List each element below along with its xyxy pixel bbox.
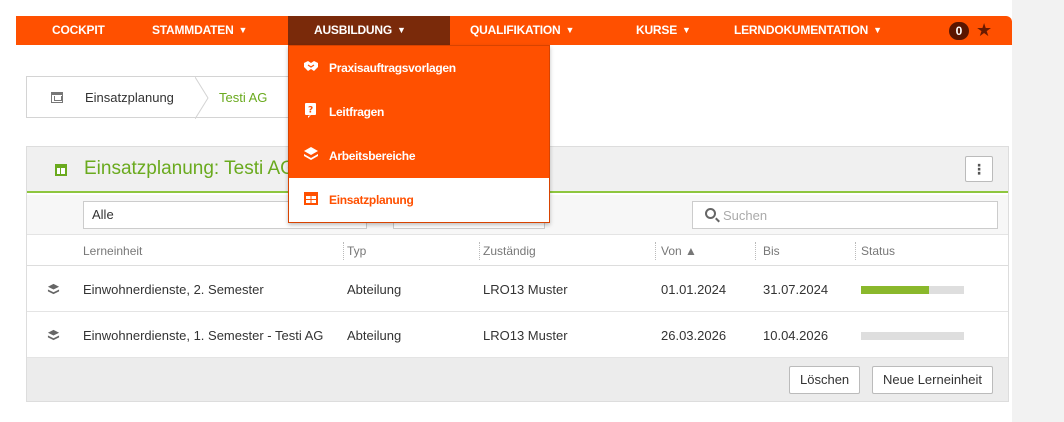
cell-bis: 31.07.2024 [763, 282, 829, 297]
menu-item-einsatzplanung[interactable]: Einsatzplanung [289, 178, 549, 222]
nav-cockpit[interactable]: COCKPIT [52, 16, 105, 45]
menu-item-praxisauftragsvorlagen[interactable]: Praxisauftragsvorlagen [289, 46, 549, 90]
layers-icon [304, 147, 318, 160]
cell-bis: 10.04.2026 [763, 328, 829, 343]
nav-kurse[interactable]: KURSE ▼ [636, 16, 691, 45]
ausbildung-dropdown-menu: Praxisauftragsvorlagen ? Leitfragen Arbe… [288, 45, 550, 223]
chevron-down-icon: ▼ [238, 25, 248, 35]
calendar-icon [51, 92, 63, 103]
column-zustaendig[interactable]: Zuständig [483, 244, 536, 258]
search-input[interactable] [723, 202, 993, 228]
svg-text:?: ? [308, 106, 313, 116]
nav-stammdaten[interactable]: STAMMDATEN ▼ [152, 16, 247, 45]
cell-zustaendig: LRO13 Muster [483, 282, 568, 297]
search-field[interactable] [692, 201, 998, 229]
layers-icon [47, 283, 60, 295]
table-row[interactable]: Einwohnerdienste, 2. Semester Abteilung … [27, 267, 1008, 312]
top-navigation: COCKPIT STAMMDATEN ▼ AUSBILDUNG ▼ QUALIFIK… [16, 16, 1012, 45]
nav-lerndokumentation[interactable]: LERNDOKUMENTATION ▼ [734, 16, 882, 45]
question-icon: ? [305, 103, 316, 118]
notification-badge[interactable]: 0 [949, 22, 969, 40]
cell-von: 01.01.2024 [661, 282, 727, 297]
table-row[interactable]: Einwohnerdienste, 1. Semester - Testi AG… [27, 313, 1008, 358]
cell-typ: Abteilung [347, 328, 402, 343]
new-learning-unit-button[interactable]: Neue Lerneinheit [872, 366, 994, 394]
breadcrumb-item-testi-ag[interactable]: Testi AG [219, 90, 267, 105]
cell-lerneinheit: Einwohnerdienste, 2. Semester [83, 282, 264, 297]
status-progress-fill [861, 286, 929, 294]
cell-zustaendig: LRO13 Muster [483, 328, 568, 343]
column-divider [855, 242, 856, 260]
nav-ausbildung[interactable]: AUSBILDUNG ▼ [288, 16, 450, 45]
menu-item-leitfragen[interactable]: ? Leitfragen [289, 90, 549, 134]
layers-icon [47, 329, 60, 341]
breadcrumb-container: Einsatzplanung Testi AG [26, 76, 294, 119]
column-typ[interactable]: Typ [347, 244, 366, 258]
chevron-down-icon: ▼ [565, 25, 575, 35]
nav-qualifikation[interactable]: QUALIFIKATION ▼ [470, 16, 574, 45]
status-progress-bar [861, 332, 964, 340]
chevron-down-icon: ▼ [682, 25, 691, 35]
cell-lerneinheit: Einwohnerdienste, 1. Semester - Testi AG [83, 328, 324, 343]
calendar-icon [55, 164, 67, 176]
menu-item-arbeitsbereiche[interactable]: Arbeitsbereiche [289, 134, 549, 178]
chevron-down-icon: ▼ [397, 25, 406, 35]
column-lerneinheit[interactable]: Lerneinheit [83, 244, 142, 258]
breadcrumb-item-einsatzplanung[interactable]: Einsatzplanung [85, 90, 174, 105]
chevron-down-icon: ▼ [873, 25, 882, 35]
handshake-icon [304, 61, 318, 71]
delete-button[interactable]: Löschen [789, 366, 861, 394]
column-bis[interactable]: Bis [763, 244, 780, 258]
page: COCKPIT STAMMDATEN ▼ AUSBILDUNG ▼ QUALIFIK… [0, 0, 1012, 422]
column-status[interactable]: Status [861, 244, 895, 258]
star-icon[interactable]: ★ [976, 20, 992, 40]
column-divider [655, 242, 656, 260]
status-progress-bar [861, 286, 964, 294]
more-options-button[interactable]: ⋮ [965, 156, 993, 182]
cell-typ: Abteilung [347, 282, 402, 297]
panel-footer: Löschen Neue Lerneinheit [27, 358, 1008, 401]
breadcrumb-separator [195, 77, 209, 119]
calendar-icon [304, 192, 318, 205]
panel-title: Einsatzplanung: Testi AG [84, 158, 295, 179]
column-divider [755, 242, 756, 260]
search-icon [705, 208, 716, 219]
column-von[interactable]: Von ▲ [661, 244, 697, 258]
table-header: Lerneinheit Typ Zuständig Von ▲ Bis Stat… [27, 236, 1008, 266]
column-divider [343, 242, 344, 260]
column-divider [479, 242, 480, 260]
cell-von: 26.03.2026 [661, 328, 727, 343]
